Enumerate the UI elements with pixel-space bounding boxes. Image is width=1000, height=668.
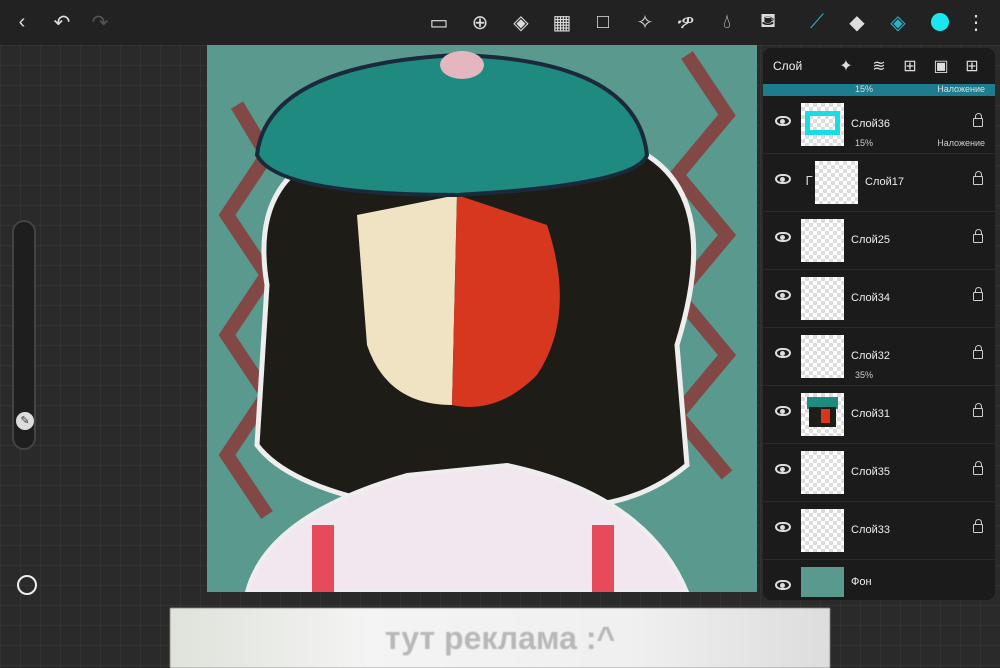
ad-text: тут реклама :^ bbox=[384, 619, 616, 656]
brush-size-slider[interactable]: ✎ bbox=[12, 220, 36, 450]
eye-icon[interactable] bbox=[775, 290, 791, 300]
undo-icon[interactable]: ↶ bbox=[48, 8, 76, 36]
lock-icon[interactable] bbox=[973, 403, 983, 417]
layer-thumbnail bbox=[801, 393, 844, 436]
eye-icon[interactable] bbox=[775, 116, 791, 126]
layer-row-background[interactable]: Фон bbox=[763, 560, 995, 600]
layer-name: Слой25 bbox=[851, 234, 890, 246]
eye-icon[interactable] bbox=[775, 580, 791, 590]
lock-icon[interactable] bbox=[973, 171, 983, 185]
transform-icon[interactable]: □ bbox=[589, 8, 617, 36]
pencil-icon[interactable]: ✎ bbox=[16, 412, 34, 430]
layer-name: Слой33 bbox=[851, 524, 890, 536]
lock-icon[interactable] bbox=[973, 345, 983, 359]
layer-name: Слой32 bbox=[851, 350, 890, 362]
layer-row[interactable]: Слой36 15% Наложение bbox=[763, 96, 995, 154]
layer-thumbnail bbox=[801, 219, 844, 262]
layer-row[interactable]: Слой35 bbox=[763, 444, 995, 502]
layer-name: Слой35 bbox=[851, 466, 890, 478]
layer-opacity: 15% bbox=[855, 84, 874, 94]
back-icon[interactable]: ‹ bbox=[8, 8, 36, 36]
merge-layers-icon[interactable]: ≋ bbox=[868, 55, 890, 77]
layer-thumbnail bbox=[815, 161, 858, 204]
import-image-icon[interactable]: ▣ bbox=[930, 55, 952, 77]
pin-icon[interactable]: ✦ bbox=[835, 55, 857, 77]
layer-thumbnail bbox=[801, 451, 844, 494]
layer-row[interactable]: Слой25 bbox=[763, 212, 995, 270]
layer-row[interactable]: Слой33 bbox=[763, 502, 995, 560]
layer-thumbnail bbox=[801, 277, 844, 320]
eye-icon[interactable] bbox=[775, 464, 791, 474]
eraser-icon[interactable]: ◆ bbox=[843, 8, 871, 36]
layer-row[interactable]: Ꮁ Слой17 bbox=[763, 154, 995, 212]
bucket-icon[interactable]: ⛾ bbox=[754, 8, 782, 36]
layers-header: Слой ✦ ≋ ⊞ ▣ ⊞ bbox=[763, 48, 995, 84]
more-icon[interactable]: ⋮ bbox=[962, 8, 990, 36]
layer-name: Слой34 bbox=[851, 292, 890, 304]
layer-opacity: 35% bbox=[855, 370, 874, 380]
add-icon[interactable]: ⊕ bbox=[466, 8, 494, 36]
artwork-canvas[interactable] bbox=[207, 45, 757, 592]
layers-panel: Слой ✦ ≋ ⊞ ▣ ⊞ 15% Наложение Слой36 15% … bbox=[763, 48, 995, 600]
layer-blend-mode: Наложение bbox=[937, 138, 985, 148]
fill-icon[interactable]: ◈ bbox=[507, 8, 535, 36]
layer-name: Фон bbox=[851, 576, 872, 588]
clip-icon: Ꮁ bbox=[806, 174, 814, 188]
layers-icon[interactable]: ◈ bbox=[884, 8, 912, 36]
lock-icon[interactable] bbox=[973, 229, 983, 243]
ad-banner[interactable]: тут реклама :^ bbox=[170, 608, 830, 668]
lasso-icon[interactable]: ዏ bbox=[672, 8, 700, 36]
selected-layer-row[interactable]: 15% Наложение bbox=[763, 84, 995, 96]
layer-row[interactable]: Слой31 bbox=[763, 386, 995, 444]
magic-wand-icon[interactable]: ✧ bbox=[631, 8, 659, 36]
eye-icon[interactable] bbox=[775, 232, 791, 242]
add-layer-icon[interactable]: ⊞ bbox=[961, 55, 983, 77]
redo-icon[interactable]: ↷ bbox=[86, 8, 114, 36]
eye-icon[interactable] bbox=[775, 522, 791, 532]
grid-icon[interactable]: ▦ bbox=[548, 8, 576, 36]
layer-opacity: 15% bbox=[855, 138, 874, 148]
eye-icon[interactable] bbox=[775, 406, 791, 416]
layer-thumbnail bbox=[801, 335, 844, 378]
layer-name: Слой17 bbox=[865, 176, 904, 188]
eye-icon[interactable] bbox=[775, 174, 791, 184]
save-icon[interactable]: ▭ bbox=[425, 8, 453, 36]
add-folder-icon[interactable]: ⊞ bbox=[899, 55, 921, 77]
layer-thumbnail bbox=[801, 103, 844, 146]
lock-icon[interactable] bbox=[973, 519, 983, 533]
layer-name: Слой31 bbox=[851, 408, 890, 420]
layer-name: Слой36 bbox=[851, 118, 890, 130]
opacity-button[interactable] bbox=[17, 575, 37, 595]
eye-icon[interactable] bbox=[775, 348, 791, 358]
color-icon[interactable] bbox=[926, 8, 954, 36]
layer-blend-mode: Наложение bbox=[937, 84, 985, 94]
layers-title: Слой bbox=[773, 59, 803, 73]
layer-thumbnail bbox=[801, 509, 844, 552]
top-toolbar: ‹ ↶ ↷ ▭ ⊕ ◈ ▦ □ ✧ ዏ 💧︎ ⛾ ⟋ ◆ ◈ ⋮ bbox=[0, 0, 1000, 45]
blur-drop-icon[interactable]: 💧︎ bbox=[713, 8, 741, 36]
lock-icon[interactable] bbox=[973, 287, 983, 301]
layer-thumbnail bbox=[801, 567, 844, 597]
lock-icon[interactable] bbox=[973, 113, 983, 127]
brush-icon[interactable]: ⟋ bbox=[803, 8, 831, 36]
layer-row[interactable]: Слой32 35% bbox=[763, 328, 995, 386]
lock-icon[interactable] bbox=[973, 461, 983, 475]
layer-row[interactable]: Слой34 bbox=[763, 270, 995, 328]
